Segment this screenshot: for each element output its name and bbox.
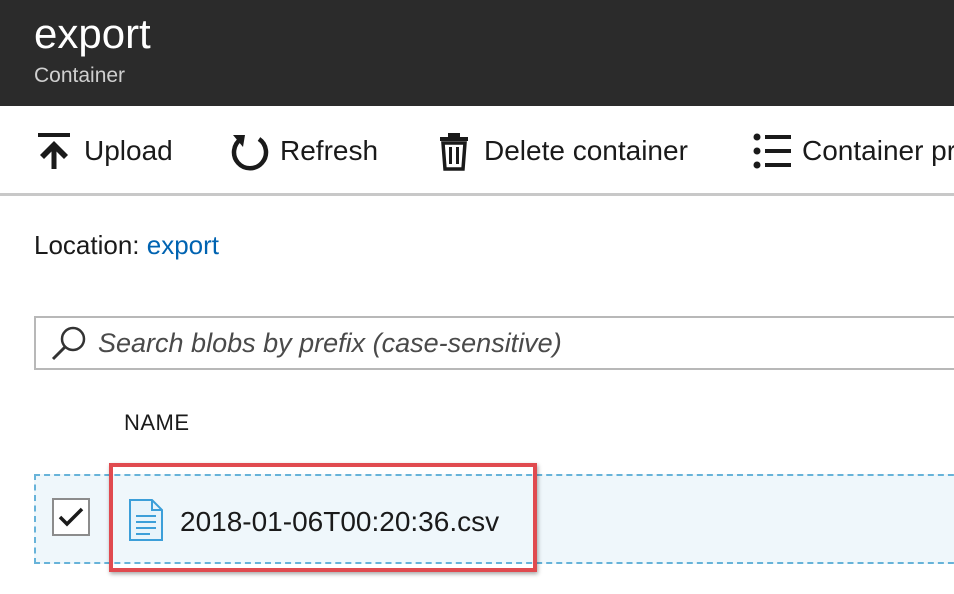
page-subtitle: Container xyxy=(34,64,126,87)
trash-icon xyxy=(434,128,474,174)
list-icon xyxy=(752,128,792,174)
row-checkbox[interactable] xyxy=(52,498,90,536)
blob-name[interactable]: 2018-01-06T00:20:36.csv xyxy=(180,504,499,540)
refresh-label: Refresh xyxy=(280,135,379,166)
checkmark-icon xyxy=(58,507,84,527)
search-input[interactable] xyxy=(94,327,898,359)
search-box xyxy=(34,316,954,370)
delete-container-label: Delete container xyxy=(484,135,688,166)
upload-button[interactable]: Upload xyxy=(34,128,173,174)
container-properties-label: Container properties xyxy=(802,135,954,166)
location-link[interactable]: export xyxy=(147,230,219,260)
refresh-icon xyxy=(230,128,270,174)
location-breadcrumb: Location: export xyxy=(34,228,219,262)
command-bar: Upload Refresh Delete container Containe… xyxy=(0,106,954,196)
page-header: export Container xyxy=(0,0,954,106)
delete-container-button[interactable]: Delete container xyxy=(434,128,688,174)
table-row[interactable]: 2018-01-06T00:20:36.csv xyxy=(34,474,954,564)
search-icon xyxy=(50,318,94,368)
column-header-name[interactable]: NAME xyxy=(124,410,190,436)
page-title: export xyxy=(34,10,151,57)
refresh-button[interactable]: Refresh xyxy=(230,128,378,174)
location-label: Location: xyxy=(34,230,140,260)
document-icon xyxy=(129,499,163,541)
upload-label: Upload xyxy=(84,135,173,166)
upload-icon xyxy=(34,128,74,174)
container-properties-button[interactable]: Container properties xyxy=(752,128,954,174)
